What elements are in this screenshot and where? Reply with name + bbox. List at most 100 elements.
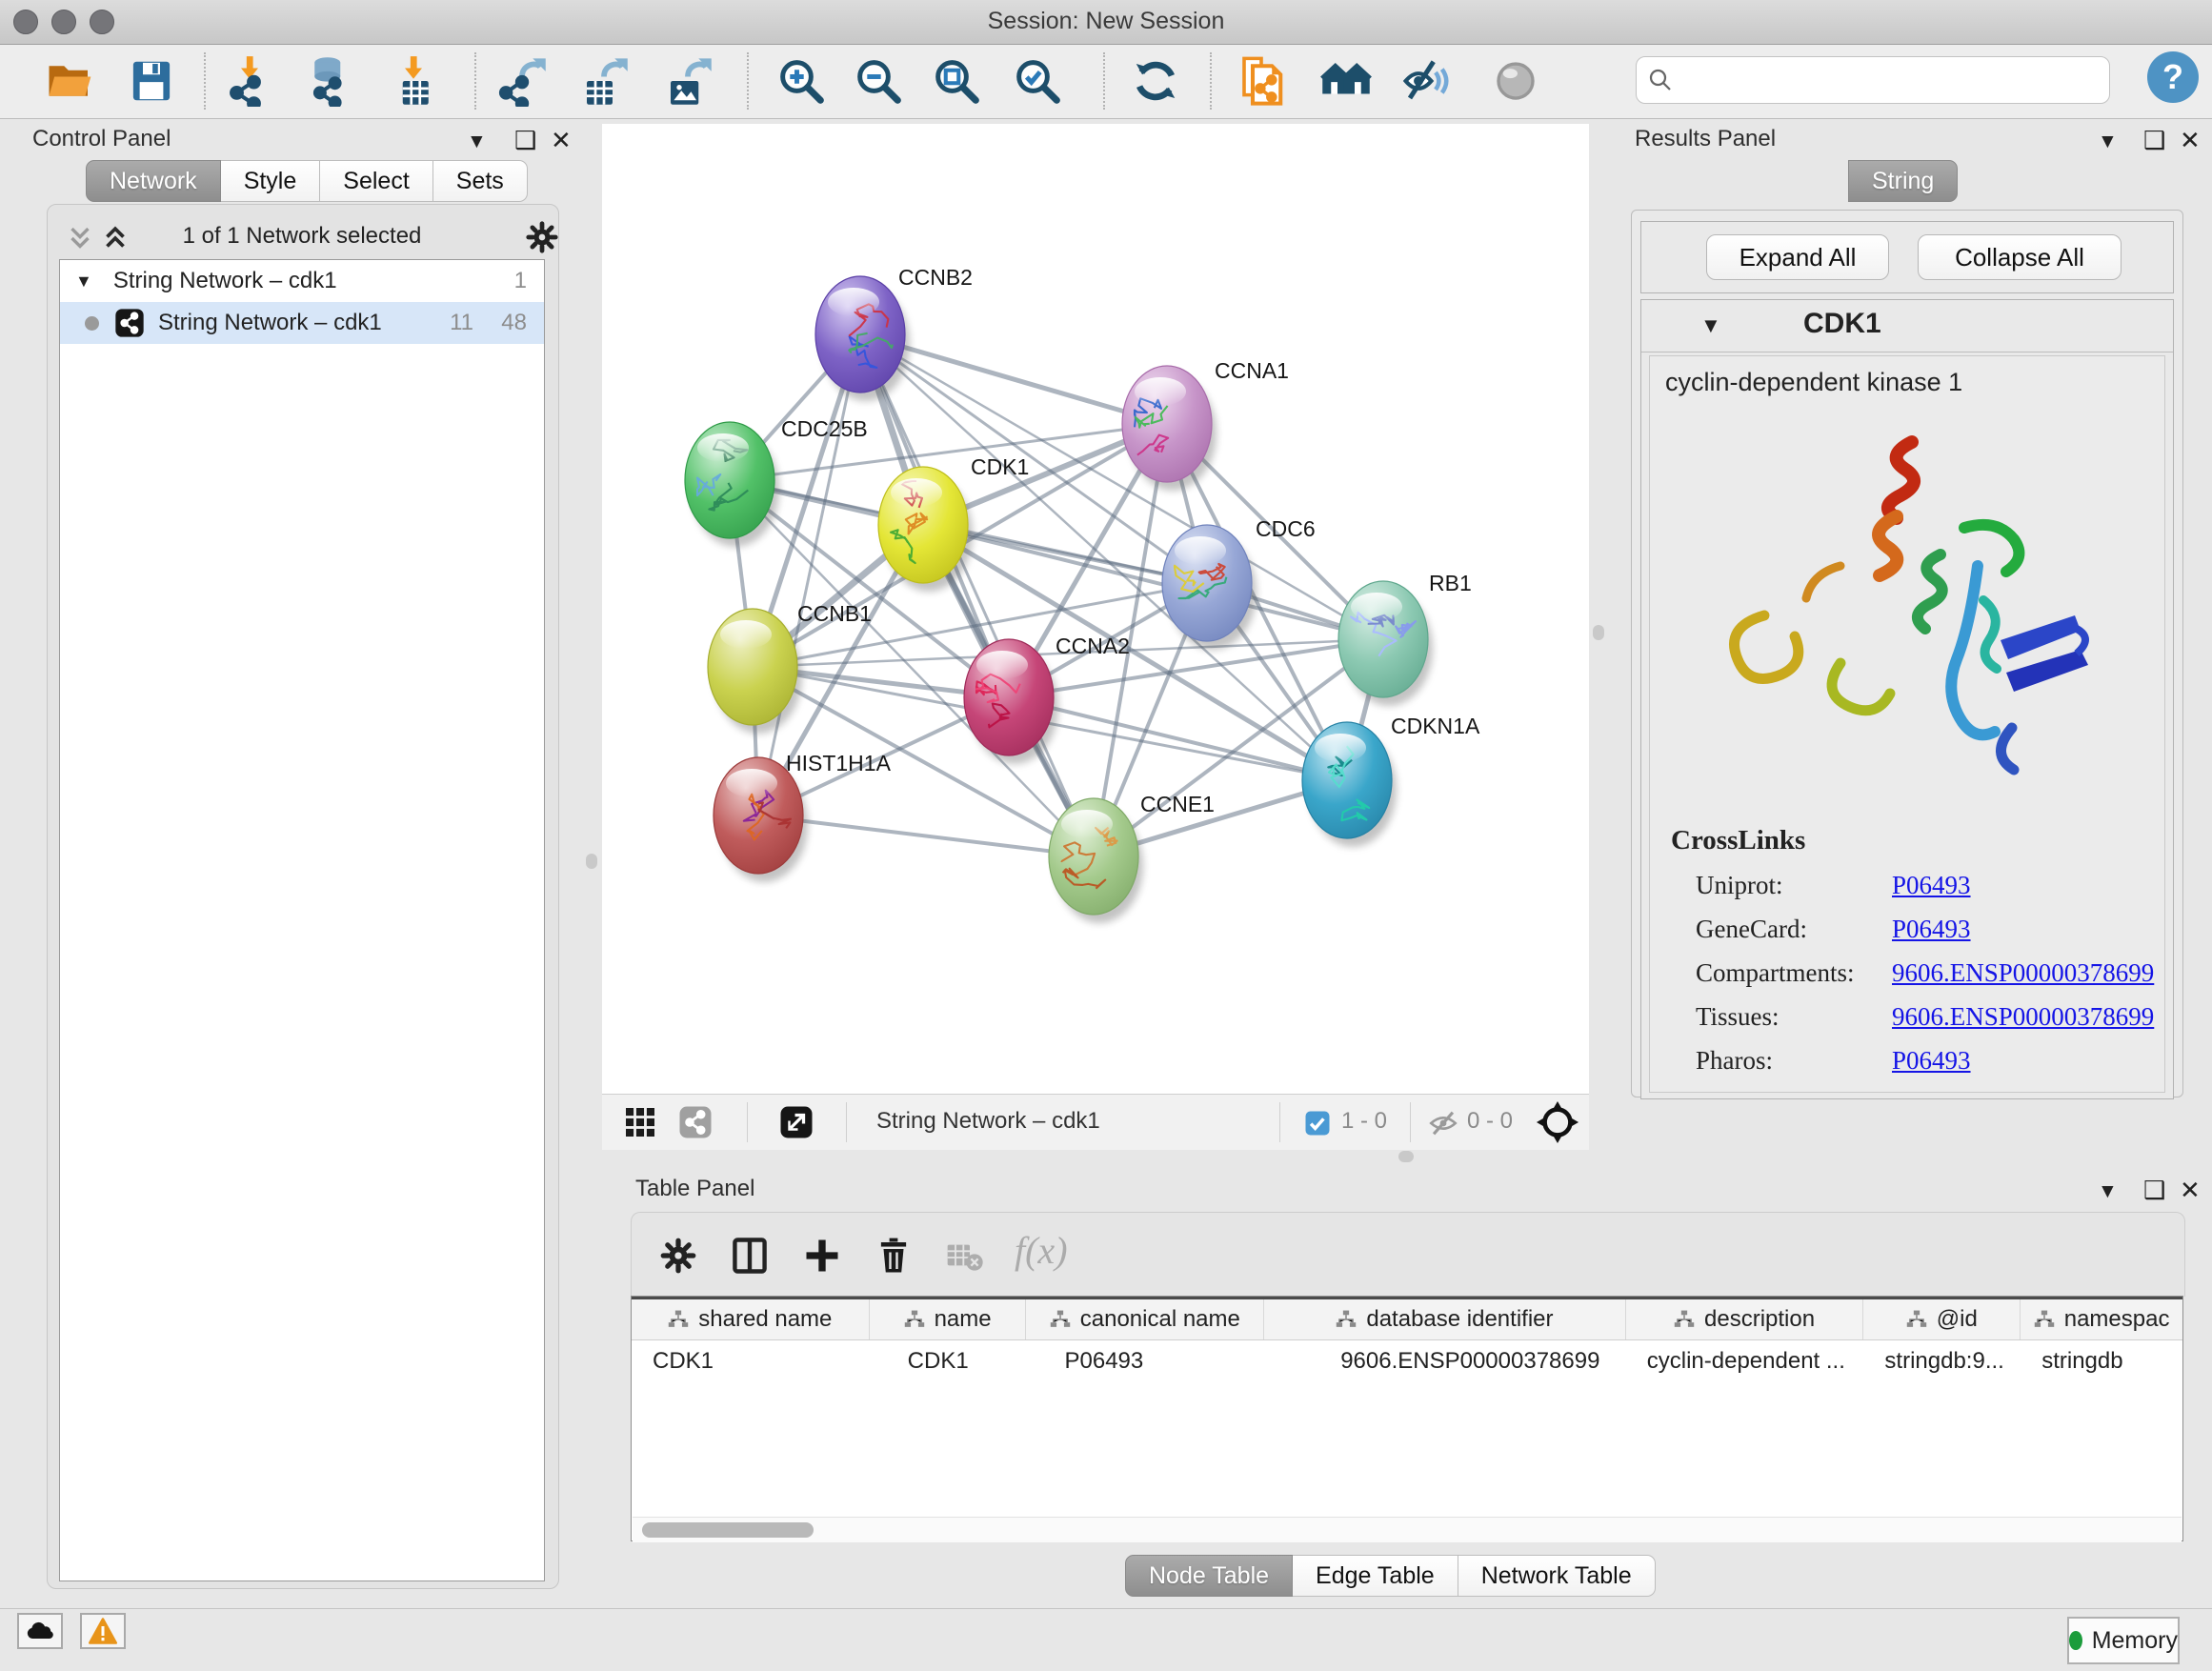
splitter-handle[interactable] xyxy=(1593,625,1604,640)
open-in-new-window-icon[interactable] xyxy=(779,1105,814,1139)
refresh-button[interactable] xyxy=(1129,54,1182,108)
network-edge[interactable] xyxy=(860,334,1094,856)
network-edges[interactable] xyxy=(730,334,1383,856)
collapse-all-button[interactable]: Collapse All xyxy=(1918,234,2122,280)
section-expander-icon[interactable]: ▼ xyxy=(1700,313,1721,338)
node-RB1[interactable]: RB1 xyxy=(1338,571,1472,706)
hidden-eye-icon[interactable] xyxy=(1427,1107,1459,1139)
delete-column-trash-icon[interactable] xyxy=(874,1234,914,1278)
node-CCNB2[interactable]: CCNB2 xyxy=(815,265,973,401)
crosslink-value[interactable]: P06493 xyxy=(1892,915,1971,943)
float-panel-icon[interactable]: ❑ xyxy=(514,128,536,152)
import-network-database-button[interactable] xyxy=(303,54,356,108)
close-panel-icon[interactable]: ✕ xyxy=(2180,1178,2201,1202)
tree-expander-icon[interactable]: ▼ xyxy=(75,272,92,292)
tab-node-table[interactable]: Node Table xyxy=(1125,1555,1293,1597)
grid-view-icon[interactable] xyxy=(623,1105,657,1139)
splitter-handle[interactable] xyxy=(586,854,597,869)
tab-edge-table[interactable]: Edge Table xyxy=(1293,1555,1458,1597)
birds-eye-view-icon[interactable] xyxy=(1536,1100,1579,1144)
column-header-id[interactable]: @id xyxy=(1863,1299,2021,1339)
zoom-fit-button[interactable] xyxy=(930,54,983,108)
table-horizontal-scrollbar[interactable] xyxy=(633,1517,2182,1542)
export-network-button[interactable] xyxy=(495,54,549,108)
string-enrichment-button[interactable] xyxy=(1400,54,1454,108)
node-CDC6[interactable]: CDC6 xyxy=(1162,516,1316,650)
splitter-handle[interactable] xyxy=(1398,1151,1414,1162)
table-panel-tabs: Node Table Edge Table Network Table xyxy=(1125,1555,1656,1597)
tab-style[interactable]: Style xyxy=(221,160,321,202)
string-import-button[interactable] xyxy=(1235,54,1288,108)
crosslinks-list: Uniprot:P06493 GeneCard:P06493 Compartme… xyxy=(1696,863,2154,1082)
help-button[interactable]: ? xyxy=(2147,51,2199,103)
table-header-row: shared name name canonical name database… xyxy=(632,1297,2182,1340)
collapse-panel-icon[interactable]: ▼ xyxy=(467,131,487,151)
gear-icon[interactable] xyxy=(524,219,560,255)
save-session-button[interactable] xyxy=(125,54,178,108)
tab-sets[interactable]: Sets xyxy=(433,160,528,202)
node-CCNA1[interactable]: CCNA1 xyxy=(1122,358,1289,491)
warnings-button[interactable] xyxy=(80,1613,126,1649)
crosslink-label: Uniprot: xyxy=(1696,863,1892,907)
column-label: database identifier xyxy=(1366,1306,1553,1333)
close-panel-icon[interactable]: ✕ xyxy=(2180,128,2201,152)
zoom-fit-icon xyxy=(931,55,982,107)
add-column-icon[interactable] xyxy=(801,1234,843,1278)
show-columns-icon[interactable] xyxy=(729,1234,771,1278)
open-session-button[interactable] xyxy=(44,54,97,108)
crosslink-value[interactable]: P06493 xyxy=(1892,1046,1971,1075)
string-settings-button[interactable] xyxy=(1489,54,1542,108)
tab-network-table[interactable]: Network Table xyxy=(1458,1555,1656,1597)
zoom-in-button[interactable] xyxy=(774,54,828,108)
collapse-panel-icon[interactable]: ▼ xyxy=(2098,131,2118,151)
close-panel-icon[interactable]: ✕ xyxy=(551,128,572,152)
string-view-icon[interactable] xyxy=(678,1105,713,1139)
toolbar-separator xyxy=(204,52,206,110)
node-CDKN1A[interactable]: CDKN1A xyxy=(1302,714,1480,847)
column-header-canonical-name[interactable]: canonical name xyxy=(1026,1299,1264,1339)
column-header-shared-name[interactable]: shared name xyxy=(632,1299,870,1339)
network-edge[interactable] xyxy=(758,815,1094,856)
network-view[interactable]: CCNB2CCNA1CDC25BCDK1CDC6RB1CCNB1CCNA2CDK… xyxy=(602,124,1589,1094)
expand-all-button[interactable]: Expand All xyxy=(1706,234,1889,280)
network-collection-row[interactable]: ▼ String Network – cdk1 1 xyxy=(60,260,544,302)
column-label: description xyxy=(1704,1306,1815,1333)
expand-all-icon[interactable] xyxy=(99,221,131,255)
node-HIST1H1A[interactable]: HIST1H1A xyxy=(714,751,892,882)
string-home-button[interactable] xyxy=(1319,54,1373,108)
zoom-selected-button[interactable] xyxy=(1011,54,1064,108)
float-panel-icon[interactable]: ❑ xyxy=(2143,1178,2165,1202)
zoom-out-button[interactable] xyxy=(852,54,905,108)
network-row-selected[interactable]: String Network – cdk1 11 48 xyxy=(60,302,544,344)
crosslink-value[interactable]: 9606.ENSP00000378699 xyxy=(1892,958,2154,987)
table-row[interactable]: CDK1 CDK1 P06493 9606.ENSP00000378699 cy… xyxy=(632,1340,2182,1382)
tab-select[interactable]: Select xyxy=(320,160,432,202)
crosslink-value[interactable]: P06493 xyxy=(1892,871,1971,899)
column-header-database-identifier[interactable]: database identifier xyxy=(1264,1299,1626,1339)
collapse-all-icon[interactable] xyxy=(64,221,96,255)
export-table-button[interactable] xyxy=(577,54,631,108)
collapse-panel-icon[interactable]: ▼ xyxy=(2098,1181,2118,1201)
import-table-file-button[interactable] xyxy=(387,54,440,108)
table-settings-gear-icon[interactable] xyxy=(658,1236,698,1276)
node-CCNB1[interactable]: CCNB1 xyxy=(708,601,872,734)
tab-network[interactable]: Network xyxy=(86,160,221,202)
crosslink-value[interactable]: 9606.ENSP00000378699 xyxy=(1892,1002,2154,1031)
node-CDK1[interactable]: CDK1 xyxy=(878,454,1029,592)
selected-checkbox-icon[interactable] xyxy=(1303,1109,1332,1137)
search-input[interactable] xyxy=(1675,66,2100,94)
column-header-description[interactable]: description xyxy=(1626,1299,1864,1339)
node-CCNE1[interactable]: CCNE1 xyxy=(1049,792,1215,923)
memory-button[interactable]: Memory xyxy=(2067,1617,2180,1664)
column-header-name[interactable]: name xyxy=(870,1299,1027,1339)
network-canvas[interactable]: CCNB2CCNA1CDC25BCDK1CDC6RB1CCNB1CCNA2CDK… xyxy=(602,124,1589,1094)
tab-string[interactable]: String xyxy=(1848,160,1958,202)
import-network-file-button[interactable] xyxy=(223,54,276,108)
scrollbar-thumb[interactable] xyxy=(642,1522,814,1538)
network-edge[interactable] xyxy=(758,334,860,815)
float-panel-icon[interactable]: ❑ xyxy=(2143,128,2165,152)
cloud-button[interactable] xyxy=(17,1613,63,1649)
gene-description: cyclin-dependent kinase 1 xyxy=(1665,368,1962,397)
export-image-button[interactable] xyxy=(661,54,714,108)
column-header-namespace[interactable]: namespac xyxy=(2021,1299,2182,1339)
